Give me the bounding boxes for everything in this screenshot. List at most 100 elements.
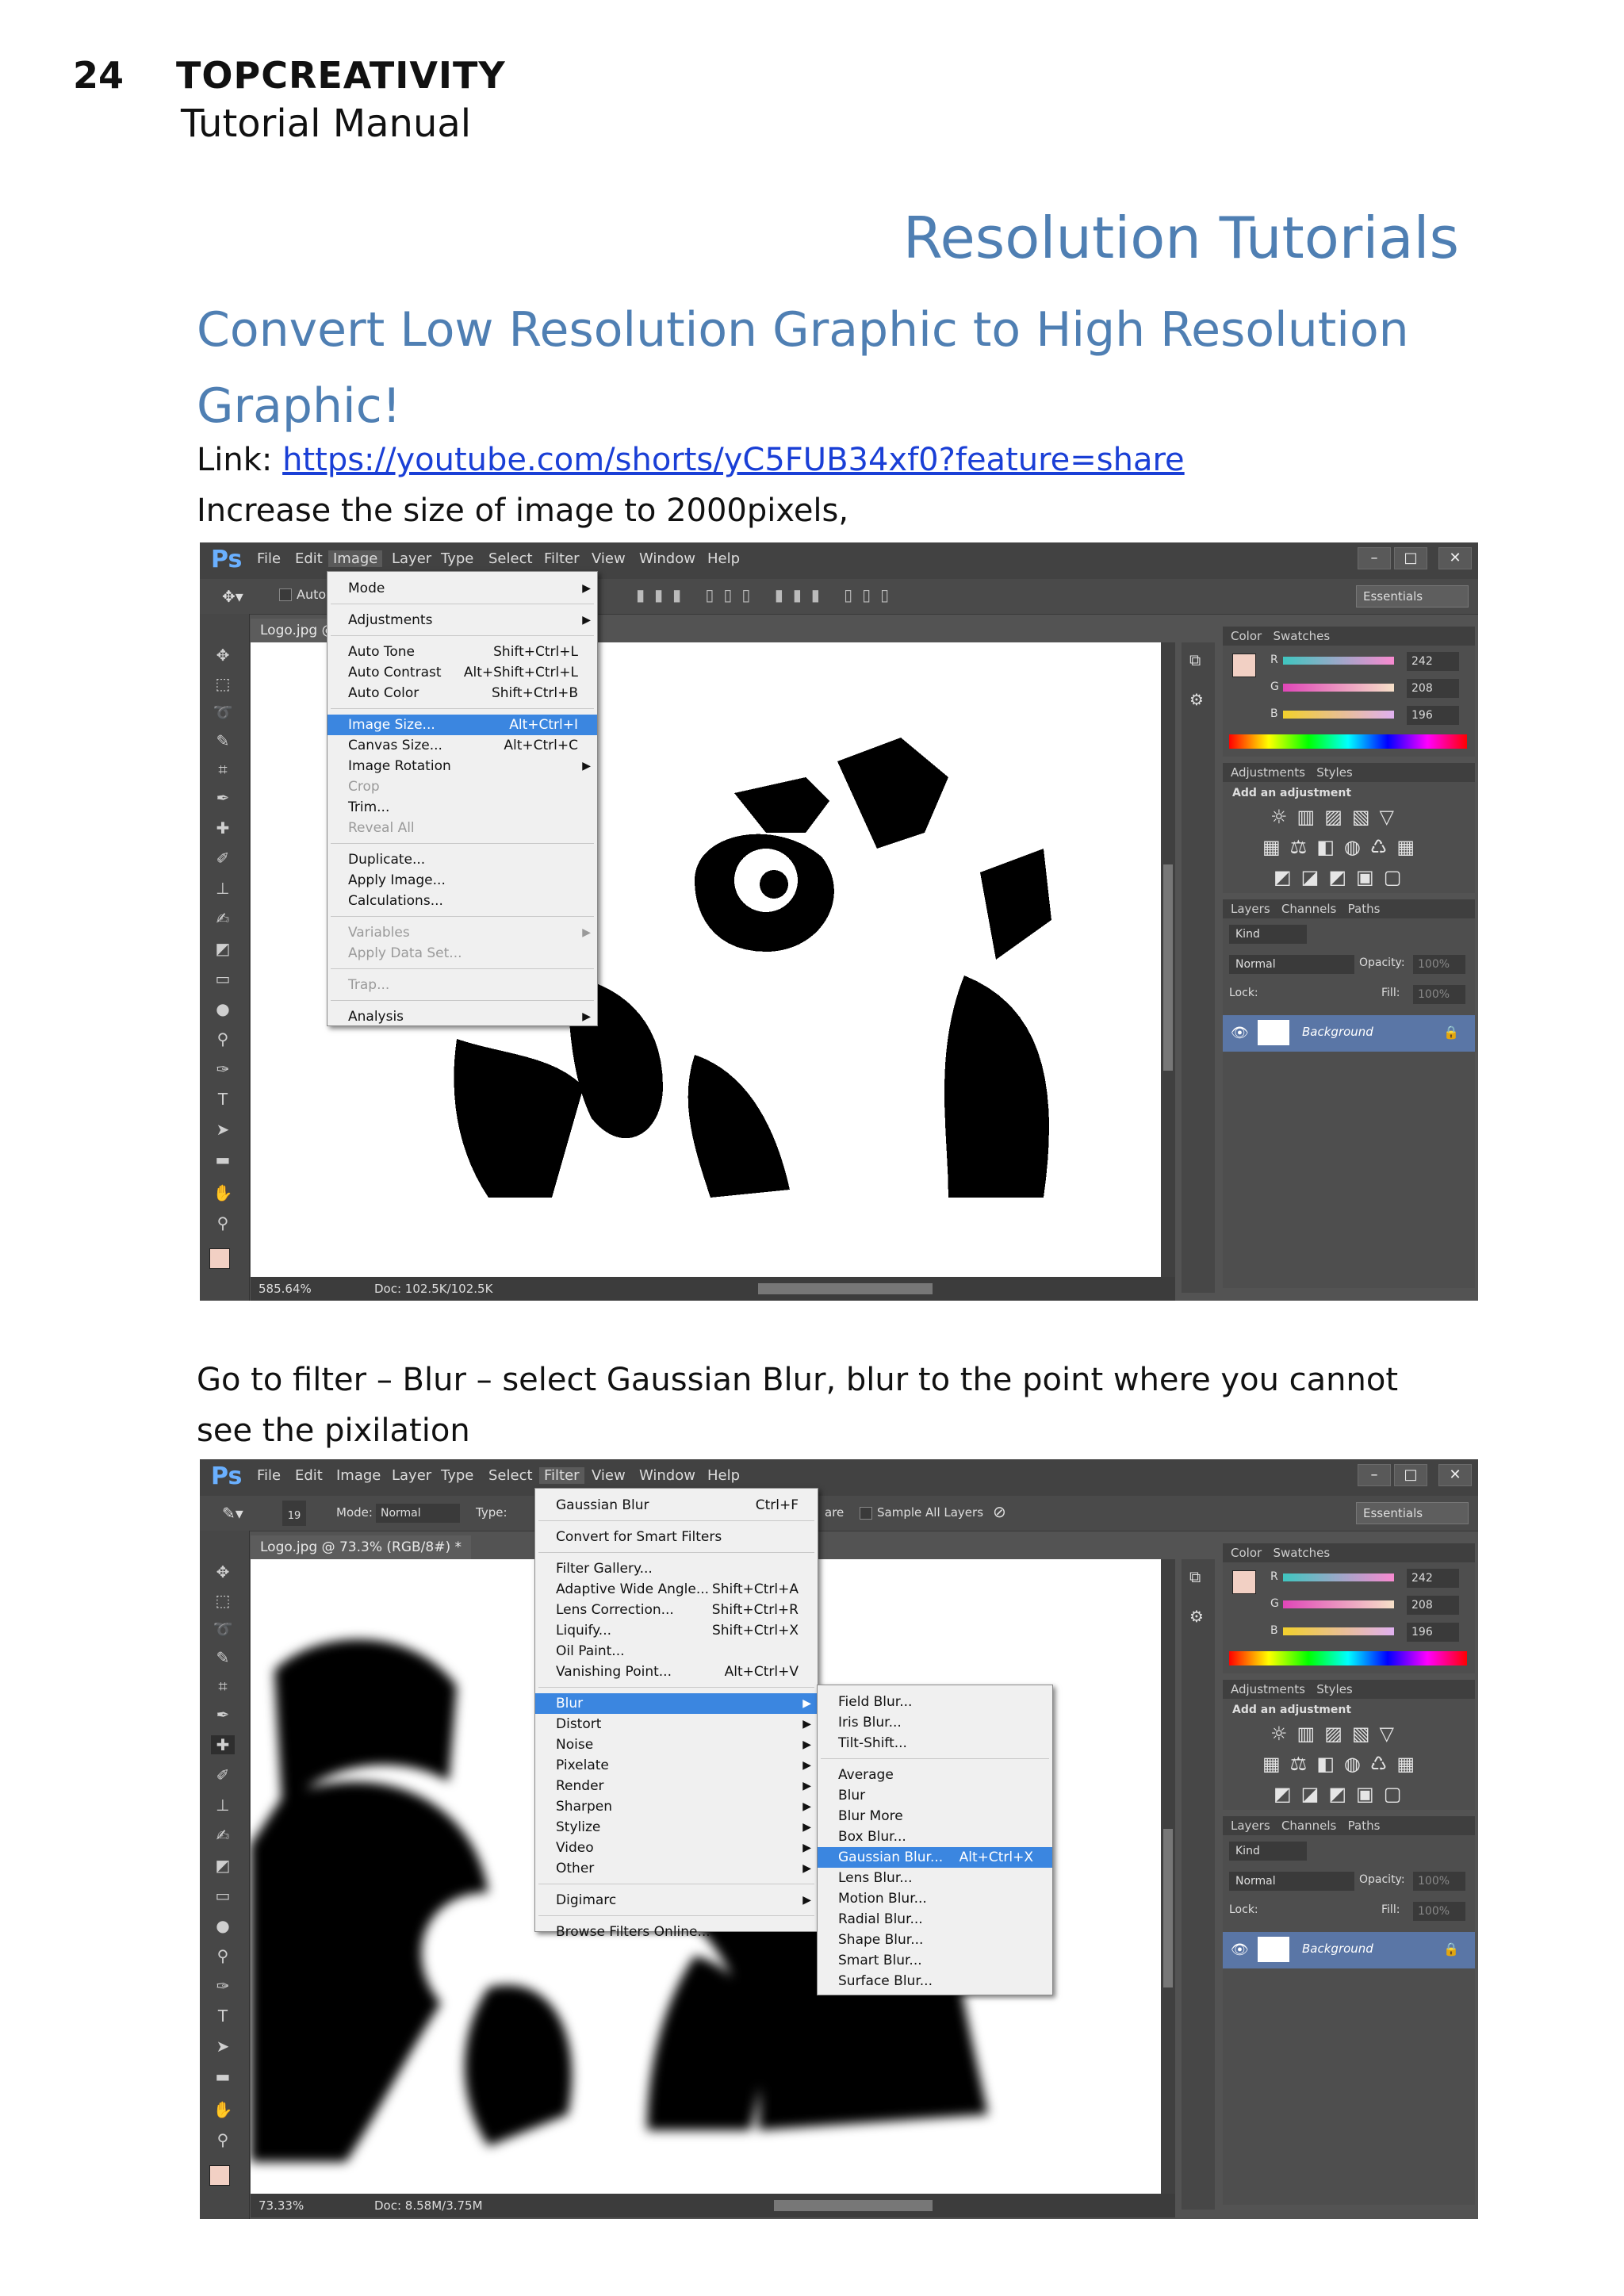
eraser-icon-2[interactable]: ◩ — [211, 1856, 235, 1875]
history-icon-2[interactable]: ⧉ — [1189, 1567, 1201, 1586]
filter-menu-item[interactable]: Gaussian Blur Ctrl+F — [535, 1495, 818, 1516]
blur-menu-item[interactable]: Gaussian Blur... Alt+Ctrl+X — [818, 1847, 1052, 1868]
eye-icon[interactable]: 👁 — [1231, 1025, 1249, 1041]
blur-icon-2[interactable]: ● — [211, 1916, 235, 1935]
blur-menu-item[interactable]: Shape Blur... — [818, 1930, 1052, 1950]
filter-menu-item[interactable]: Browse Filters Online... — [535, 1922, 818, 1942]
menu-layer[interactable]: Layer — [392, 550, 431, 567]
image-menu-item[interactable]: Adjustments ▶ — [327, 610, 597, 631]
horizontal-scroll-thumb[interactable] — [758, 1283, 933, 1294]
adjustment-icons-row-2-2[interactable]: ▦⚖◧◍♺▦ — [1262, 1753, 1424, 1775]
tab-paths[interactable]: Paths — [1348, 902, 1381, 916]
horizontal-scroll-thumb-2[interactable] — [774, 2200, 933, 2211]
r-value-2[interactable]: 242 — [1407, 1569, 1459, 1588]
color-spectrum-2[interactable] — [1229, 1651, 1467, 1665]
image-menu-item[interactable]: Analysis ▶ — [327, 1006, 597, 1027]
eye-icon-2[interactable]: 👁 — [1231, 1941, 1249, 1958]
filter-menu-item[interactable]: Digimarc ▶ — [535, 1890, 818, 1911]
lasso-icon-2[interactable]: ➰ — [211, 1619, 235, 1639]
quick-select-icon-2[interactable]: ✎ — [211, 1648, 235, 1667]
blur-menu-item[interactable]: Tilt-Shift... — [818, 1733, 1052, 1754]
b-slider-2[interactable] — [1283, 1627, 1394, 1635]
r-slider-2[interactable] — [1283, 1573, 1394, 1581]
minimize-button[interactable]: – — [1358, 547, 1391, 569]
menu-type[interactable]: Type — [441, 550, 473, 567]
layer-name-2[interactable]: Background — [1302, 1941, 1373, 1956]
healing-icon[interactable]: ✚ — [211, 818, 235, 838]
blur-menu-item[interactable]: Iris Blur... — [818, 1712, 1052, 1733]
menu-window[interactable]: Window — [639, 550, 695, 567]
minimize-button-2[interactable]: – — [1358, 1464, 1391, 1486]
tab-adjustments-2[interactable]: Adjustments — [1231, 1682, 1305, 1696]
filter-menu-item[interactable]: Convert for Smart Filters — [535, 1527, 818, 1547]
filter-menu-item[interactable]: Lens Correction... Shift+Ctrl+R — [535, 1600, 818, 1620]
vertical-scrollbar[interactable] — [1161, 642, 1175, 1277]
zoom-icon[interactable]: ⚲ — [211, 1213, 235, 1232]
pen-icon[interactable]: ✑ — [211, 1060, 235, 1079]
pen-icon-2[interactable]: ✑ — [211, 1976, 235, 1995]
layers-panel-tabs-2[interactable]: Layers Channels Paths — [1223, 1816, 1475, 1835]
blur-menu-item[interactable]: Smart Blur... — [818, 1950, 1052, 1971]
hand-icon-2[interactable]: ✋ — [211, 2100, 235, 2119]
layer-kind-filter[interactable]: Kind — [1229, 925, 1307, 944]
filter-menu-item[interactable]: Render ▶ — [535, 1776, 818, 1796]
blur-icon[interactable]: ● — [211, 999, 235, 1018]
filter-menu-item[interactable]: Distort ▶ — [535, 1714, 818, 1734]
shape-icon-2[interactable]: ▬ — [211, 2067, 235, 2086]
tab-adjustments[interactable]: Adjustments — [1231, 765, 1305, 780]
blur-menu-item[interactable]: Motion Blur... — [818, 1888, 1052, 1909]
menu-edit-2[interactable]: Edit — [295, 1467, 323, 1484]
brush-preset-icon[interactable]: ✎▾ — [222, 1504, 243, 1523]
type-icon[interactable]: T — [211, 1090, 235, 1109]
close-button[interactable]: ✕ — [1438, 547, 1472, 569]
menu-window-2[interactable]: Window — [639, 1467, 695, 1484]
image-menu-item[interactable]: Mode ▶ — [327, 578, 597, 599]
adjustment-icons-row-2[interactable]: ▦⚖◧◍♺▦ — [1262, 836, 1424, 858]
r-value[interactable]: 242 — [1407, 652, 1459, 671]
menu-file-2[interactable]: File — [257, 1467, 281, 1484]
stamp-icon-2[interactable]: ⊥ — [211, 1796, 235, 1815]
menu-image-2[interactable]: Image — [336, 1467, 381, 1484]
tab-paths-2[interactable]: Paths — [1348, 1819, 1381, 1833]
brush-size[interactable]: 19 — [282, 1501, 306, 1526]
marquee-icon[interactable]: ⬚ — [211, 674, 235, 693]
healing-icon-2[interactable]: ✚ — [211, 1735, 235, 1754]
tab-swatches-2[interactable]: Swatches — [1273, 1546, 1330, 1560]
b-value-2[interactable]: 196 — [1407, 1623, 1459, 1642]
maximize-button-2[interactable]: □ — [1394, 1464, 1427, 1486]
tab-layers[interactable]: Layers — [1231, 902, 1270, 916]
image-menu-item[interactable]: Auto Color Shift+Ctrl+B — [327, 683, 597, 703]
eyedropper-icon-2[interactable]: ✒ — [211, 1705, 235, 1724]
zoom-icon-2[interactable]: ⚲ — [211, 2130, 235, 2149]
properties-icon-2[interactable]: ⚙ — [1189, 1607, 1204, 1626]
adjustment-icons-row-3-2[interactable]: ◩◪◩▣▢ — [1274, 1783, 1411, 1805]
image-menu-item[interactable]: Auto Contrast Alt+Shift+Ctrl+L — [327, 662, 597, 683]
menu-filter[interactable]: Filter — [544, 550, 580, 567]
move-icon-2[interactable]: ✥ — [211, 1562, 235, 1581]
image-menu-item[interactable]: Image Size... Alt+Ctrl+I — [327, 715, 597, 735]
opacity-value[interactable]: 100% — [1413, 955, 1465, 974]
filter-menu-item[interactable]: Blur ▶ — [535, 1693, 818, 1714]
blur-menu-item[interactable]: Field Blur... — [818, 1692, 1052, 1712]
pressure-icon[interactable]: ⊘ — [993, 1502, 1006, 1521]
document-tab-2[interactable]: Logo.jpg @ 73.3% (RGB/8#) * — [251, 1535, 471, 1559]
path-select-icon-2[interactable]: ➤ — [211, 2037, 235, 2056]
menu-filter-2[interactable]: Filter — [539, 1467, 584, 1484]
layer-row-background-2[interactable]: 👁 Background 🔒 — [1223, 1932, 1475, 1968]
foreground-color-swatch[interactable] — [209, 1248, 230, 1269]
shape-icon[interactable]: ▬ — [211, 1150, 235, 1169]
filter-menu-item[interactable]: Vanishing Point... Alt+Ctrl+V — [535, 1662, 818, 1682]
dodge-icon-2[interactable]: ⚲ — [211, 1946, 235, 1965]
scroll-thumb-2[interactable] — [1163, 1829, 1173, 1987]
vertical-scrollbar-2[interactable] — [1161, 1559, 1175, 2194]
history-brush-icon-2[interactable]: ✍ — [211, 1826, 235, 1845]
history-icon[interactable]: ⧉ — [1189, 650, 1201, 669]
tab-styles-2[interactable]: Styles — [1316, 1682, 1353, 1696]
blur-menu-item[interactable]: Radial Blur... — [818, 1909, 1052, 1930]
blur-menu-item[interactable]: Average — [818, 1765, 1052, 1785]
tab-styles[interactable]: Styles — [1316, 765, 1353, 780]
tab-color-2[interactable]: Color — [1231, 1546, 1262, 1560]
type-icon-2[interactable]: T — [211, 2007, 235, 2026]
dodge-icon[interactable]: ⚲ — [211, 1029, 235, 1048]
stamp-icon[interactable]: ⊥ — [211, 879, 235, 898]
